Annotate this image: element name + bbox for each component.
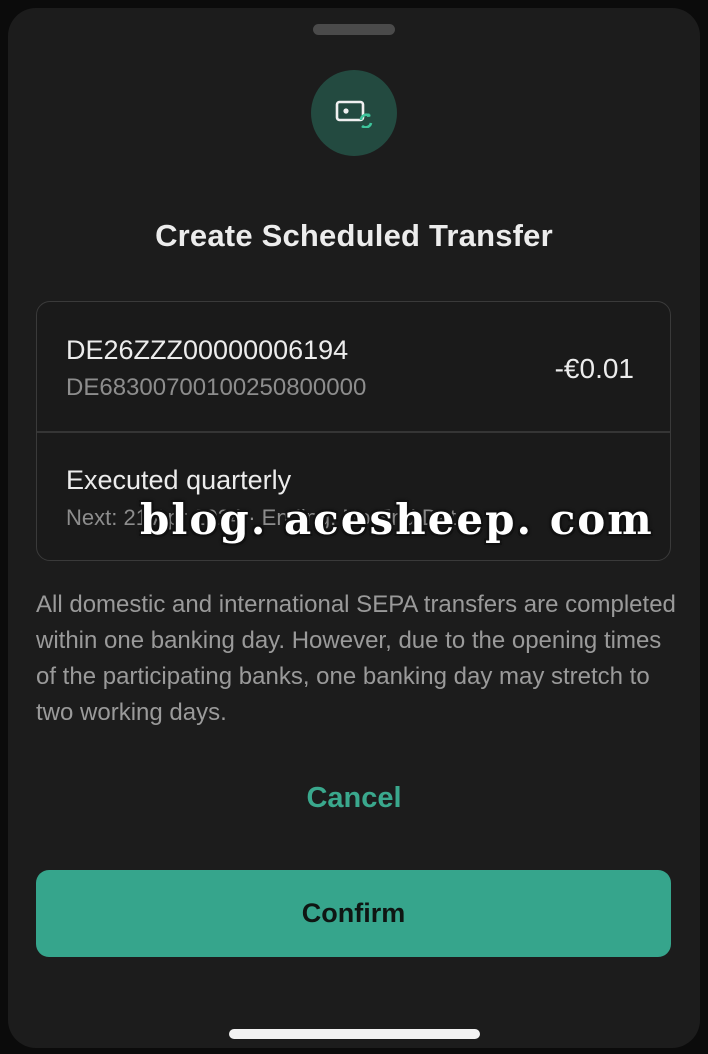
money-repeat-icon [311,70,397,156]
payee-name: DE26ZZZ00000006194 [66,335,349,365]
home-indicator[interactable] [229,1029,480,1039]
watermark-text: blog. acesheep. com [140,495,654,544]
sheet-grabber-handle[interactable] [313,24,395,35]
page-title: Create Scheduled Transfer [155,218,553,253]
confirm-button[interactable]: Confirm [36,870,671,957]
recipient-row: DE26ZZZ00000006194 DE6830070010025080000… [37,302,670,431]
sepa-info-text: All domestic and international SEPA tran… [36,591,676,726]
schedule-frequency: Executed quarterly [66,465,292,495]
transfer-amount: -€0.01 [554,353,634,384]
card-divider [37,431,670,433]
cancel-button[interactable]: Cancel [254,772,454,824]
payee-iban: DE68300700100250800000 [66,374,367,401]
